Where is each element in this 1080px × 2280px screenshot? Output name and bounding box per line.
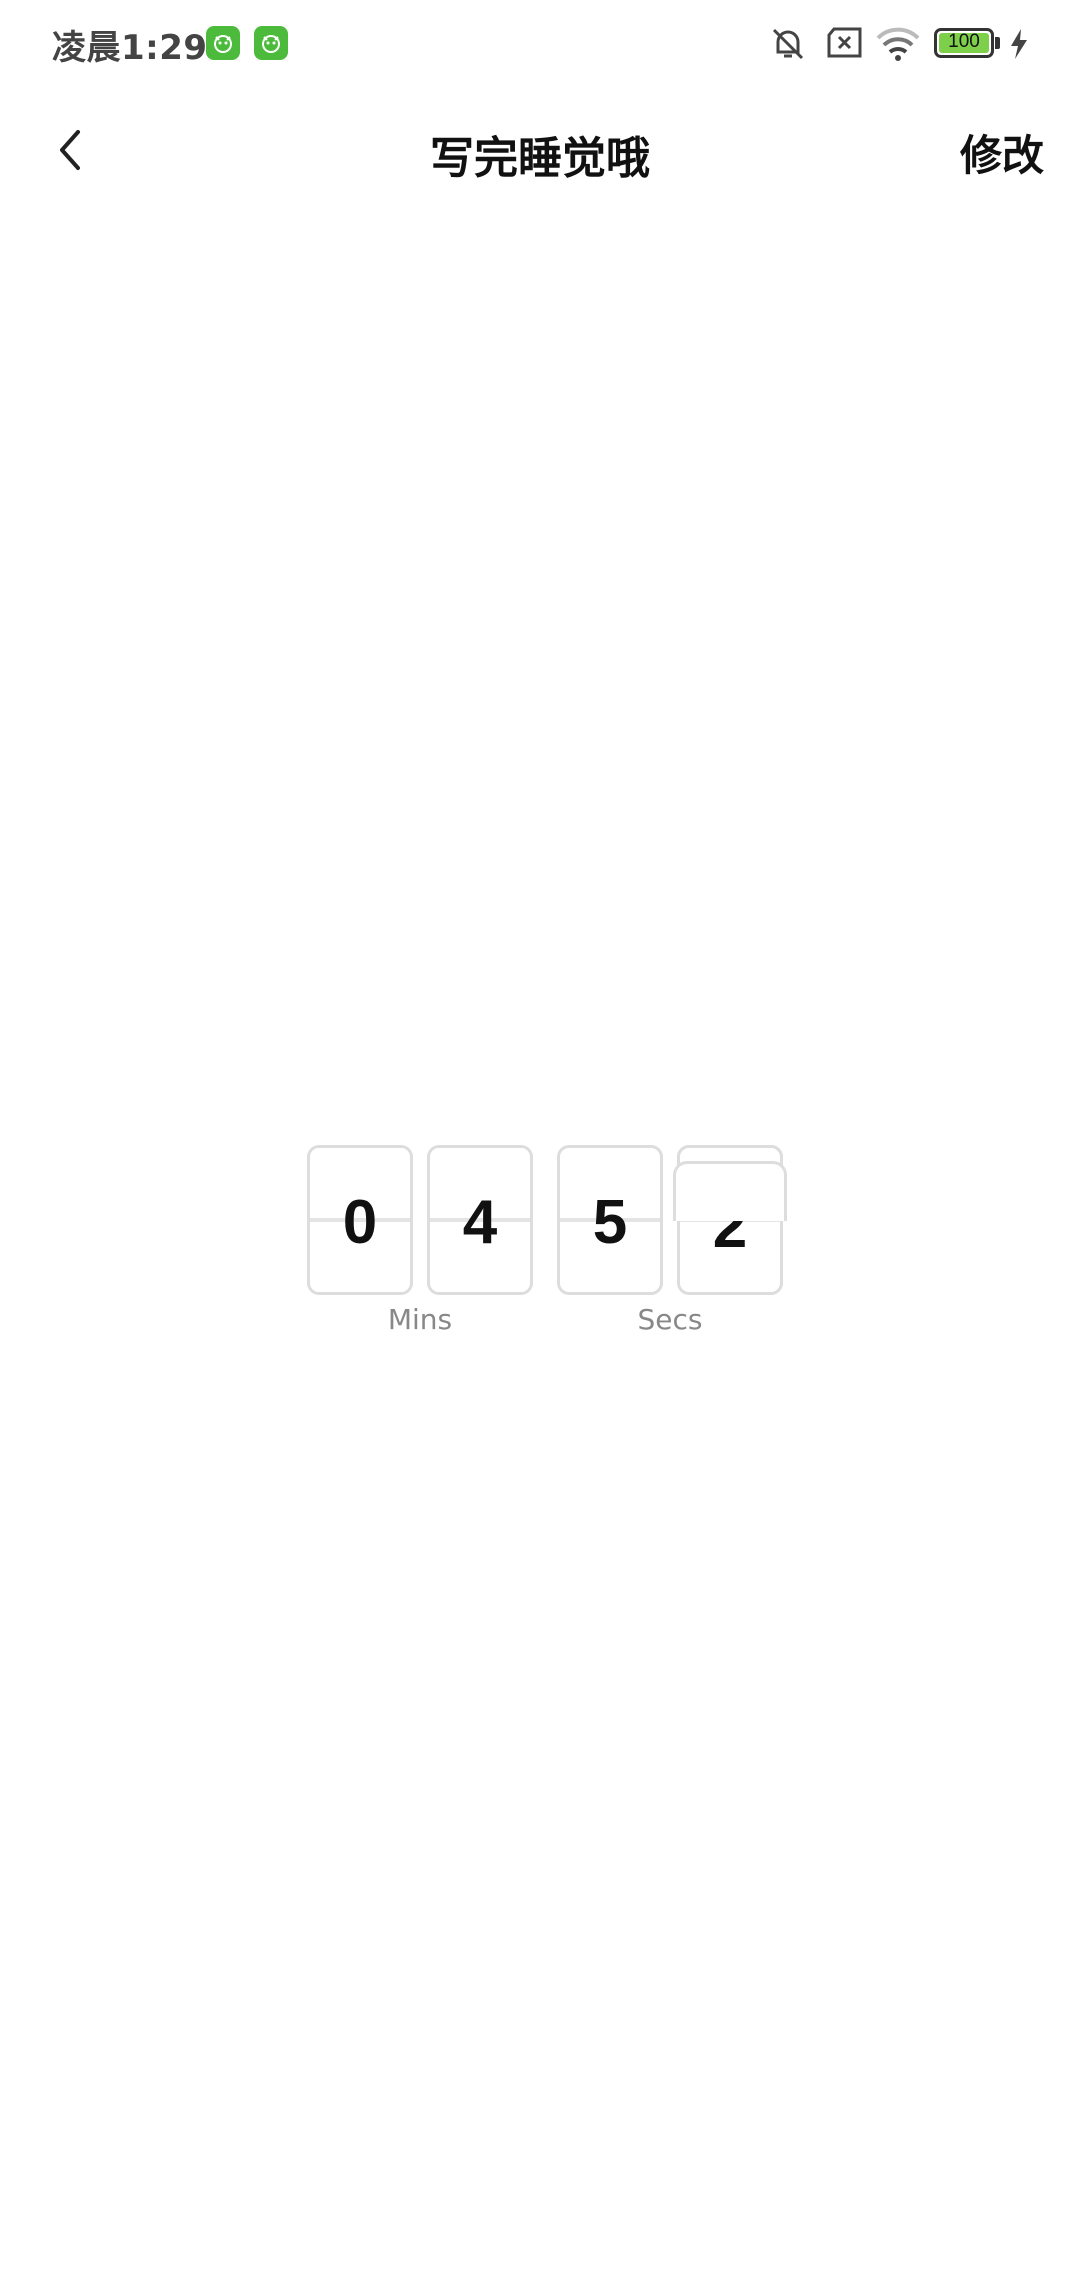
minutes-ones-digit: 4 (462, 1188, 498, 1257)
page-title: 写完睡觉哦 (430, 133, 650, 184)
minutes-label: Mins (387, 1303, 453, 1336)
app-notification-icon (206, 26, 240, 60)
sim-error-icon (827, 27, 862, 58)
seconds-tens-digit: 5 (592, 1188, 628, 1257)
charging-icon (1011, 29, 1027, 59)
status-bar: 凌晨1:29 100 (0, 0, 1080, 90)
app-notification-icon (254, 26, 288, 60)
edit-button[interactable]: 修改 (960, 122, 1044, 183)
wifi-icon (876, 27, 920, 61)
seconds-tens-card: 5 (557, 1145, 663, 1295)
flip-card-front (673, 1161, 787, 1221)
minutes-tens-digit: 0 (342, 1188, 378, 1257)
minutes-ones-card: 4 (427, 1145, 533, 1295)
screen: 凌晨1:29 100 写完睡觉哦 修改 0 4 5 2 Mins Secs (0, 0, 1080, 2280)
battery-icon: 100 (934, 28, 1000, 58)
silent-mode-icon (772, 28, 804, 60)
countdown-timer: 0 4 5 2 Mins Secs (0, 1145, 1080, 1345)
nav-bar: 写完睡觉哦 修改 (0, 110, 1080, 190)
battery-level: 100 (948, 31, 980, 52)
seconds-label: Secs (637, 1303, 703, 1336)
status-time: 凌晨1:29 (52, 28, 208, 68)
minutes-tens-card: 0 (307, 1145, 413, 1295)
